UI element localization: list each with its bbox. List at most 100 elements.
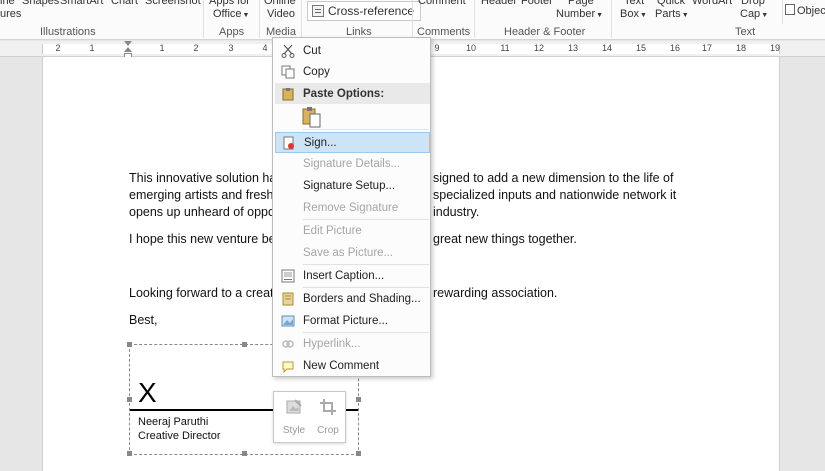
cross-reference-icon: [312, 5, 324, 17]
text-box-button[interactable]: Text: [624, 0, 644, 8]
ruler-number: 17: [701, 43, 713, 53]
online-video-button[interactable]: Online: [264, 0, 296, 8]
paste-keep-source-icon[interactable]: [301, 106, 323, 128]
new-comment-icon: [275, 355, 301, 376]
drop-cap-button[interactable]: Drop: [741, 0, 765, 8]
resize-handle[interactable]: [127, 397, 132, 402]
sign-document-icon: [276, 132, 302, 153]
ruler-number: 2: [55, 43, 61, 53]
resize-handle[interactable]: [127, 451, 132, 456]
header-button[interactable]: Header: [481, 0, 517, 8]
apps-for-office-button-line2[interactable]: Office▼: [213, 8, 249, 22]
screenshot-button[interactable]: Screenshot: [145, 0, 201, 8]
apps-for-office-label: Office: [213, 8, 242, 20]
menu-item-remove-signature[interactable]: Remove Signature: [275, 197, 430, 218]
menu-item-cut[interactable]: Cut: [275, 40, 430, 61]
menu-item-sign[interactable]: Sign...: [275, 132, 430, 153]
resize-handle[interactable]: [242, 451, 247, 456]
menu-section-paste-options: Paste Options:: [275, 83, 430, 104]
signer-title: Creative Director: [138, 430, 221, 442]
group-separator: [203, 0, 204, 38]
menu-item-signature-setup[interactable]: Signature Setup...: [275, 175, 430, 196]
hanging-indent-marker[interactable]: [124, 47, 132, 52]
resize-handle[interactable]: [127, 342, 132, 347]
pictures-button-partial[interactable]: ures: [0, 8, 21, 21]
comment-button[interactable]: Comment: [418, 0, 466, 8]
quick-parts-button-line2[interactable]: Parts▼: [655, 8, 689, 22]
quick-parts-label: Parts: [655, 8, 681, 20]
ruler-number: 4: [262, 43, 268, 53]
paragraph-text: Looking forward to a creati: [129, 286, 277, 300]
group-separator: [782, 0, 783, 24]
apps-for-office-button[interactable]: Apps for: [209, 0, 250, 8]
online-video-button-line2[interactable]: Video: [267, 8, 295, 21]
resize-handle[interactable]: [356, 451, 361, 456]
paragraph-text: This innovative solution ha: [129, 171, 277, 185]
ruler-number: 13: [567, 43, 579, 53]
group-label-apps: Apps: [219, 26, 245, 38]
menu-item-format-picture[interactable]: Format Picture...: [275, 310, 430, 331]
group-separator: [259, 0, 260, 38]
menu-item-copy[interactable]: Copy: [275, 61, 430, 82]
resize-handle[interactable]: [242, 342, 247, 347]
menu-item-label: Format Picture...: [303, 314, 388, 327]
group-separator: [611, 0, 612, 38]
blank-icon: [275, 175, 301, 196]
menu-item-insert-caption[interactable]: Insert Caption...: [275, 265, 430, 286]
object-icon: [785, 4, 795, 15]
crop-icon: [320, 399, 336, 415]
resize-handle[interactable]: [356, 397, 361, 402]
ruler-number: 2: [193, 43, 199, 53]
page-number-label: Number: [556, 8, 596, 20]
ruler-number: 15: [635, 43, 647, 53]
paragraph-1-line-2-right: specialized inputs and nationwide networ…: [433, 187, 693, 205]
blank-icon: [275, 153, 301, 174]
smartart-button[interactable]: SmartArt: [60, 0, 103, 8]
page-number-button-line2[interactable]: Number▼: [556, 8, 603, 22]
drop-cap-button-line2[interactable]: Cap▼: [740, 8, 768, 22]
paragraph-text: Best,: [129, 313, 158, 327]
menu-item-label: Signature Details...: [303, 157, 401, 170]
menu-item-save-as-picture[interactable]: Save as Picture...: [275, 242, 430, 263]
page-number-button[interactable]: Page: [568, 0, 594, 8]
menu-item-label: Sign...: [304, 136, 337, 149]
hyperlink-icon: [275, 333, 301, 354]
menu-item-edit-picture[interactable]: Edit Picture: [275, 220, 430, 241]
cross-reference-button[interactable]: Cross-reference: [307, 1, 422, 21]
menu-section-label: Paste Options:: [303, 87, 385, 100]
group-separator: [474, 0, 475, 38]
object-button[interactable]: Object: [785, 4, 825, 18]
menu-item-label: Edit Picture: [303, 224, 362, 237]
text-box-button-line2[interactable]: Box▼: [620, 8, 647, 22]
menu-item-label: Hyperlink...: [303, 337, 361, 350]
paragraph-text: great new things together.: [433, 232, 577, 246]
mini-toolbar: Style Crop: [273, 391, 346, 443]
menu-item-borders-shading[interactable]: Borders and Shading...: [275, 288, 430, 309]
signer-name: Neeraj Paruthi: [138, 416, 209, 428]
menu-item-new-comment[interactable]: New Comment: [275, 355, 430, 376]
signer-info: Neeraj Paruthi Creative Director: [138, 415, 221, 443]
footer-button[interactable]: Footer: [521, 0, 553, 8]
ruler-number: 3: [228, 43, 234, 53]
first-line-indent-marker[interactable]: [124, 41, 132, 46]
style-button[interactable]: Style: [278, 398, 310, 436]
paragraph-2-right: great new things together.: [433, 231, 693, 249]
blank-icon: [275, 197, 301, 218]
chart-button[interactable]: Chart: [111, 0, 138, 8]
ruler-number: 14: [601, 43, 613, 53]
format-picture-icon: [275, 310, 301, 331]
shapes-button[interactable]: Shapes: [22, 0, 59, 8]
wordart-button[interactable]: WordArt: [692, 0, 732, 8]
menu-item-signature-details[interactable]: Signature Details...: [275, 153, 430, 174]
crop-button[interactable]: Crop: [312, 398, 344, 436]
quick-parts-button[interactable]: Quick: [657, 0, 685, 8]
drop-cap-label: Cap: [740, 8, 761, 20]
menu-item-hyperlink[interactable]: Hyperlink...: [275, 333, 430, 354]
blank-icon: [275, 242, 301, 263]
paragraph-1-line-3-right: industry.: [433, 204, 693, 222]
style-label: Style: [282, 425, 306, 436]
menu-item-label: Save as Picture...: [303, 246, 394, 259]
copy-icon: [275, 61, 301, 82]
ruler-number: 10: [465, 43, 477, 53]
online-pictures-button-partial[interactable]: ine: [0, 0, 15, 8]
